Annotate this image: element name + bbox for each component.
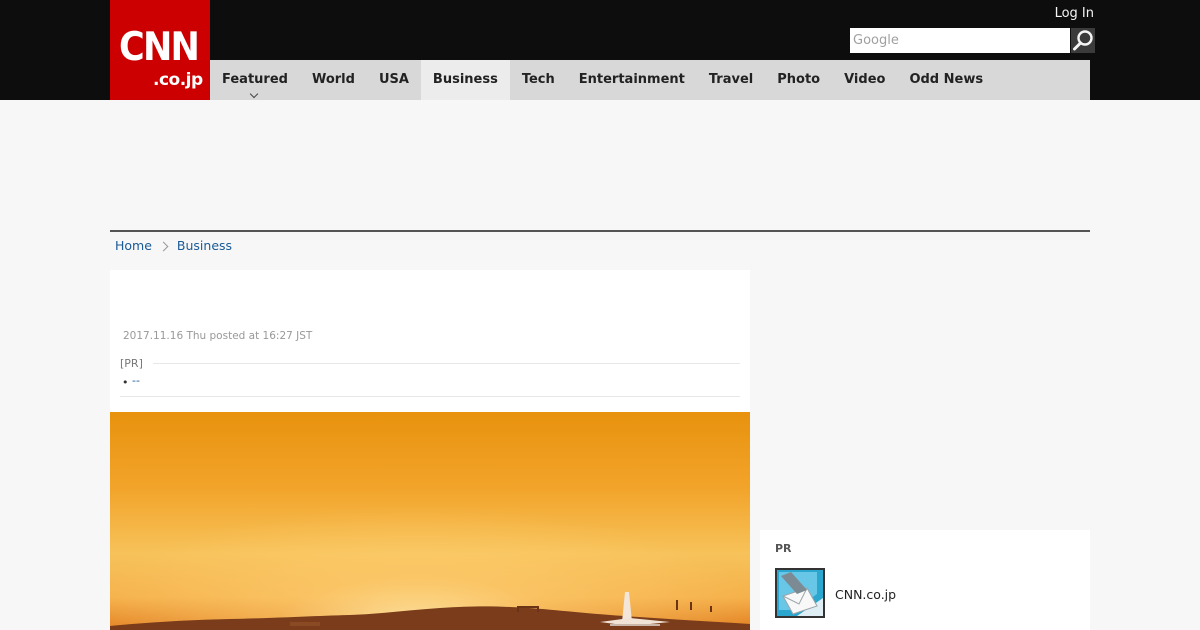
nav-item-featured[interactable]: Featured bbox=[210, 60, 300, 100]
nav-item-world[interactable]: World bbox=[300, 60, 367, 100]
nav-item-label: Business bbox=[432, 72, 498, 87]
breadcrumb: Home Business bbox=[115, 236, 232, 256]
nav-item-label: Entertainment bbox=[578, 72, 685, 87]
section-divider bbox=[110, 230, 1090, 232]
pr-box: [PR] • -- bbox=[120, 356, 740, 397]
nav-item-odd-news[interactable]: Odd News bbox=[897, 60, 995, 100]
nav-item-photo[interactable]: Photo bbox=[765, 60, 832, 100]
nav-item-label: Odd News bbox=[909, 72, 984, 87]
bullet-icon: • bbox=[122, 376, 129, 389]
login-link[interactable]: Log In bbox=[1055, 6, 1094, 22]
nav-item-label: World bbox=[311, 72, 355, 87]
breadcrumb-business[interactable]: Business bbox=[177, 236, 232, 256]
nav-item-label: USA bbox=[378, 72, 409, 87]
nav-item-label: Travel bbox=[708, 72, 754, 87]
sidebar-pr-thumbnail[interactable] bbox=[775, 568, 825, 618]
sidebar-pr-title: PR bbox=[775, 542, 792, 555]
nav-item-label: Tech bbox=[521, 72, 555, 87]
nav-item-video[interactable]: Video bbox=[832, 60, 897, 100]
nav-item-travel[interactable]: Travel bbox=[697, 60, 765, 100]
logo-main-text: CNN bbox=[119, 25, 200, 70]
chevron-right-icon bbox=[158, 241, 169, 251]
nav-item-label: Photo bbox=[777, 72, 821, 87]
cnn-logo[interactable]: CNN .co.jp bbox=[110, 0, 210, 100]
sidebar-pr: PR CNN.co.jp bbox=[760, 530, 1090, 630]
article: 2017.11.16 Thu posted at 16:27 JST [PR] … bbox=[110, 270, 750, 630]
sidebar-pr-item-label[interactable]: CNN.co.jp bbox=[835, 587, 896, 603]
divider bbox=[153, 363, 740, 364]
main-nav: Featured World USA Business Tech Enterta… bbox=[210, 60, 1090, 100]
article-date: 2017.11.16 Thu posted at 16:27 JST bbox=[123, 330, 313, 342]
nav-item-usa[interactable]: USA bbox=[367, 60, 421, 100]
nav-item-tech[interactable]: Tech bbox=[510, 60, 567, 100]
divider bbox=[120, 396, 740, 397]
logo-sub-text: .co.jp bbox=[153, 70, 203, 90]
ad-space bbox=[110, 100, 1090, 230]
search-icon bbox=[1073, 30, 1093, 51]
pr-link[interactable]: -- bbox=[132, 374, 140, 388]
mail-icon bbox=[777, 570, 823, 616]
breadcrumb-home[interactable]: Home bbox=[115, 236, 152, 256]
nav-item-business[interactable]: Business bbox=[420, 60, 510, 100]
nav-item-entertainment[interactable]: Entertainment bbox=[567, 60, 697, 100]
pr-label: [PR] bbox=[120, 357, 143, 370]
search-button[interactable] bbox=[1071, 28, 1095, 53]
airplane-sunset-image bbox=[110, 412, 750, 630]
search-bar bbox=[850, 28, 1095, 53]
hero-image bbox=[110, 412, 750, 630]
search-input[interactable] bbox=[850, 28, 1070, 53]
nav-item-label: Video bbox=[844, 72, 886, 87]
